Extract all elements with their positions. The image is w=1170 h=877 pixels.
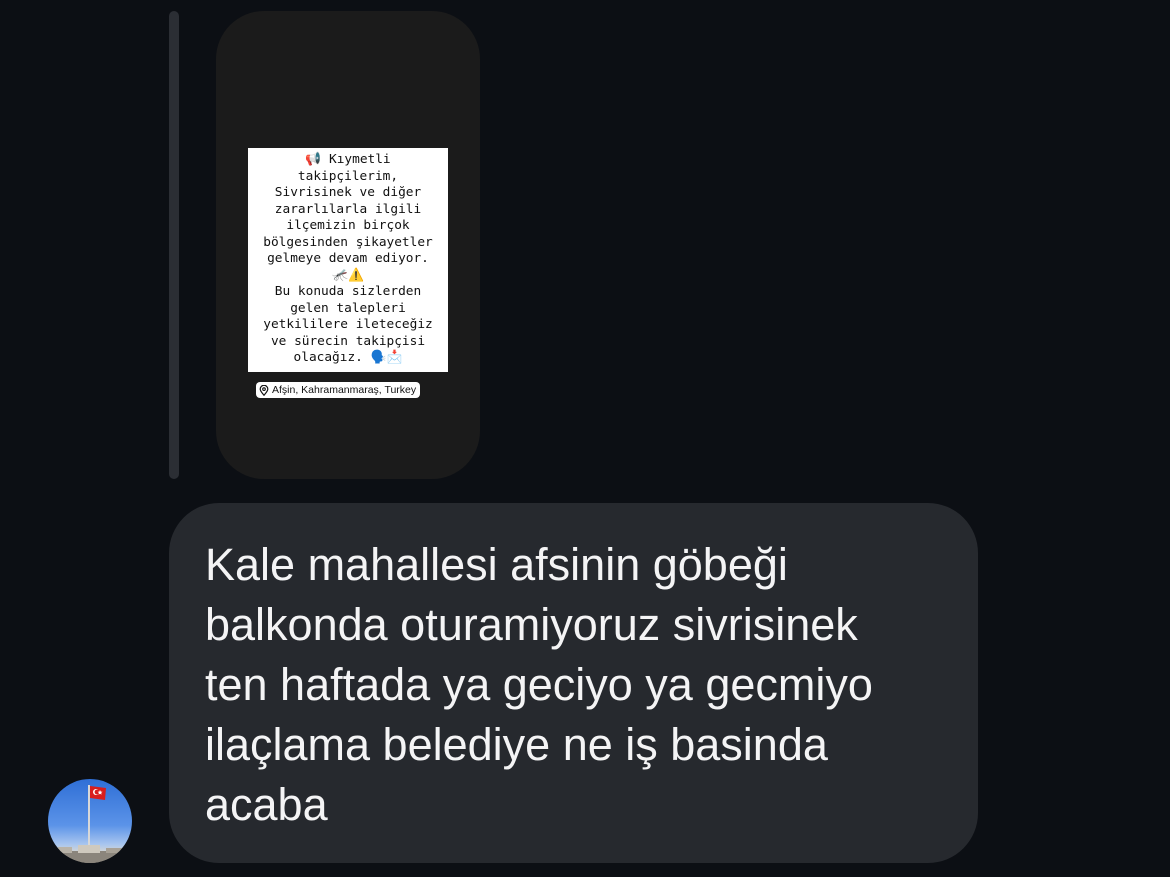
story-note-line: ilçemizin birçok bbox=[286, 218, 410, 233]
story-note-line: bölgesinden şikayetler bbox=[263, 234, 433, 250]
flag-pole-photo bbox=[48, 785, 132, 863]
message-text: Kale mahallesi afsinin göbeği balkonda o… bbox=[205, 535, 958, 835]
story-note-line: 🦟⚠️ bbox=[332, 267, 364, 283]
story-note-line: gelen talepleri bbox=[290, 300, 406, 316]
message-line: acaba bbox=[205, 779, 328, 830]
message-line: balkonda oturamiyoruz sivrisinek bbox=[205, 599, 858, 650]
message-line: Kale mahallesi afsinin göbeği bbox=[205, 539, 788, 590]
location-pin-icon bbox=[259, 384, 269, 396]
story-note-image: 📢 Kıymetli takipçilerim, Sivrisinek ve d… bbox=[248, 148, 448, 372]
story-note-line: gelmeye devam ediyor. bbox=[267, 251, 429, 266]
story-note-line: ve sürecin takipçisi bbox=[270, 333, 426, 349]
location-label: Afşin, Kahramanmaraş, Turkey bbox=[272, 384, 417, 396]
story-note-line: yetkililere ileteceğiz bbox=[263, 317, 433, 332]
story-reply-preview[interactable]: 📢 Kıymetli takipçilerim, Sivrisinek ve d… bbox=[216, 11, 480, 479]
location-sticker[interactable]: Afşin, Kahramanmaraş, Turkey bbox=[256, 382, 421, 398]
story-note-line: Bu konuda sizlerden bbox=[274, 284, 422, 299]
story-note-line: takipçilerim, bbox=[297, 168, 399, 184]
story-note-line: zararlılarla ilgili bbox=[274, 201, 422, 217]
story-note-line: Sivrisinek ve diğer bbox=[274, 185, 422, 200]
message-line: ilaçlama belediye ne iş basinda bbox=[205, 719, 828, 770]
story-note-line: olacağız. 🗣️📩 bbox=[293, 350, 403, 365]
message-bubble[interactable]: Kale mahallesi afsinin göbeği balkonda o… bbox=[169, 503, 978, 863]
sender-avatar[interactable] bbox=[48, 779, 132, 863]
reply-indicator-bar bbox=[169, 11, 179, 479]
story-note-line: 📢 Kıymetli bbox=[305, 152, 391, 167]
message-line: ten haftada ya geciyo ya gecmiyo bbox=[205, 659, 873, 710]
